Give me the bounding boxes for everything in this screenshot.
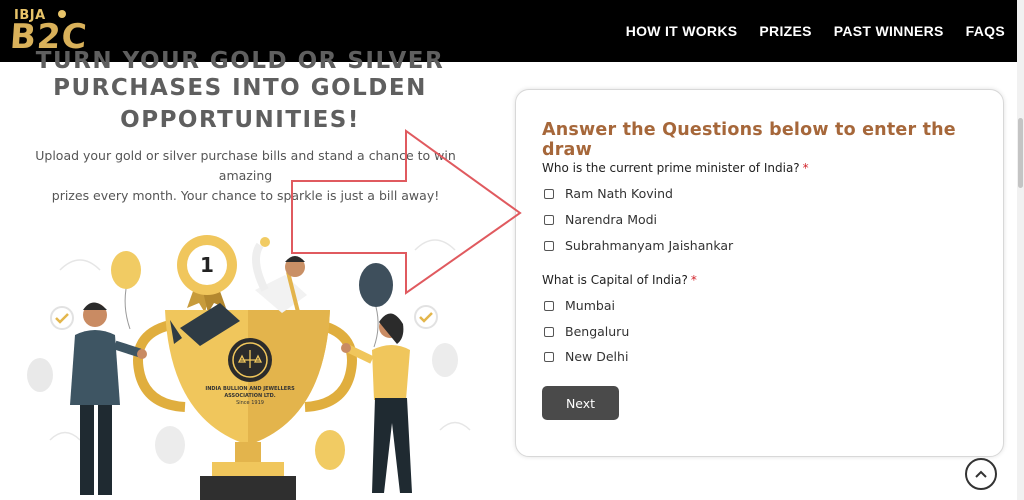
- chevron-up-icon: [975, 470, 987, 478]
- hero-description: Upload your gold or silver purchase bill…: [8, 146, 483, 206]
- required-mark: *: [802, 161, 809, 175]
- hero-desc-line-2: prizes every month. Your chance to spark…: [51, 188, 440, 203]
- winners-trophy-illustration: 1 INDIA BULLION AND JEWELLERS ASSOCIATIO…: [27, 235, 471, 500]
- checkbox-icon[interactable]: [544, 326, 554, 337]
- form-title: Answer the Questions below to enter the …: [542, 120, 956, 160]
- option-bengaluru[interactable]: Bengaluru: [544, 324, 629, 339]
- hero-title-line-1: PURCHASES INTO GOLDEN: [53, 75, 427, 101]
- next-button[interactable]: Next: [542, 386, 619, 420]
- balloon-gold-bottom-icon: [315, 430, 345, 470]
- balloon-gold-left-icon: [111, 251, 141, 330]
- checkbox-icon[interactable]: [544, 214, 554, 225]
- option-narendra-modi[interactable]: Narendra Modi: [544, 212, 657, 227]
- check-badge-left-icon: [50, 306, 74, 330]
- balloon-grey-left-icon: [27, 358, 53, 392]
- scroll-to-top-button[interactable]: [965, 458, 997, 490]
- option-ram-nath-kovind[interactable]: Ram Nath Kovind: [544, 186, 673, 201]
- quiz-form-card: Answer the Questions below to enter the …: [515, 89, 1004, 457]
- checkbox-icon[interactable]: [544, 188, 554, 199]
- nav-past-winners[interactable]: PAST WINNERS: [834, 23, 944, 39]
- hero-title-line-2: OPPORTUNITIES!: [120, 107, 360, 133]
- clapping-man-figure: [70, 302, 147, 495]
- balloon-grey-center-icon: [155, 426, 185, 464]
- checkbox-icon[interactable]: [544, 240, 554, 251]
- checkbox-icon[interactable]: [544, 351, 554, 362]
- nav-prizes[interactable]: PRIZES: [759, 23, 811, 39]
- required-mark: *: [690, 273, 697, 287]
- option-new-delhi[interactable]: New Delhi: [544, 349, 628, 364]
- checkbox-icon[interactable]: [544, 300, 554, 311]
- trophy-icon: INDIA BULLION AND JEWELLERS ASSOCIATION …: [133, 310, 357, 500]
- medal-badge-icon: 1: [177, 235, 237, 313]
- seal-text-3: Since 1919: [236, 400, 264, 406]
- option-subrahmanyam-jaishankar[interactable]: Subrahmanyam Jaishankar: [544, 238, 733, 253]
- scrollbar-thumb[interactable]: [1018, 118, 1023, 188]
- hero-title-partial-line: TURN YOUR GOLD OR SILVER: [35, 48, 445, 70]
- hero-title: TURN YOUR GOLD OR SILVER PURCHASES INTO …: [30, 48, 450, 136]
- hero-desc-line-1: Upload your gold or silver purchase bill…: [35, 148, 456, 183]
- medal-number: 1: [200, 253, 214, 277]
- check-badge-right-icon: [414, 305, 438, 329]
- nav-links: HOW IT WORKS PRIZES PAST WINNERS FAQS: [626, 0, 1005, 62]
- question-1-label: Who is the current prime minister of Ind…: [542, 161, 809, 175]
- nav-how-it-works[interactable]: HOW IT WORKS: [626, 23, 738, 39]
- page-scrollbar[interactable]: [1017, 0, 1024, 500]
- nav-faqs[interactable]: FAQS: [966, 23, 1005, 39]
- seal-text-2: ASSOCIATION LTD.: [224, 393, 275, 399]
- question-2-label: What is Capital of India? *: [542, 273, 697, 287]
- balloon-grey-right-icon: [432, 343, 458, 377]
- option-mumbai[interactable]: Mumbai: [544, 298, 615, 313]
- seal-text-1: INDIA BULLION AND JEWELLERS: [205, 386, 295, 392]
